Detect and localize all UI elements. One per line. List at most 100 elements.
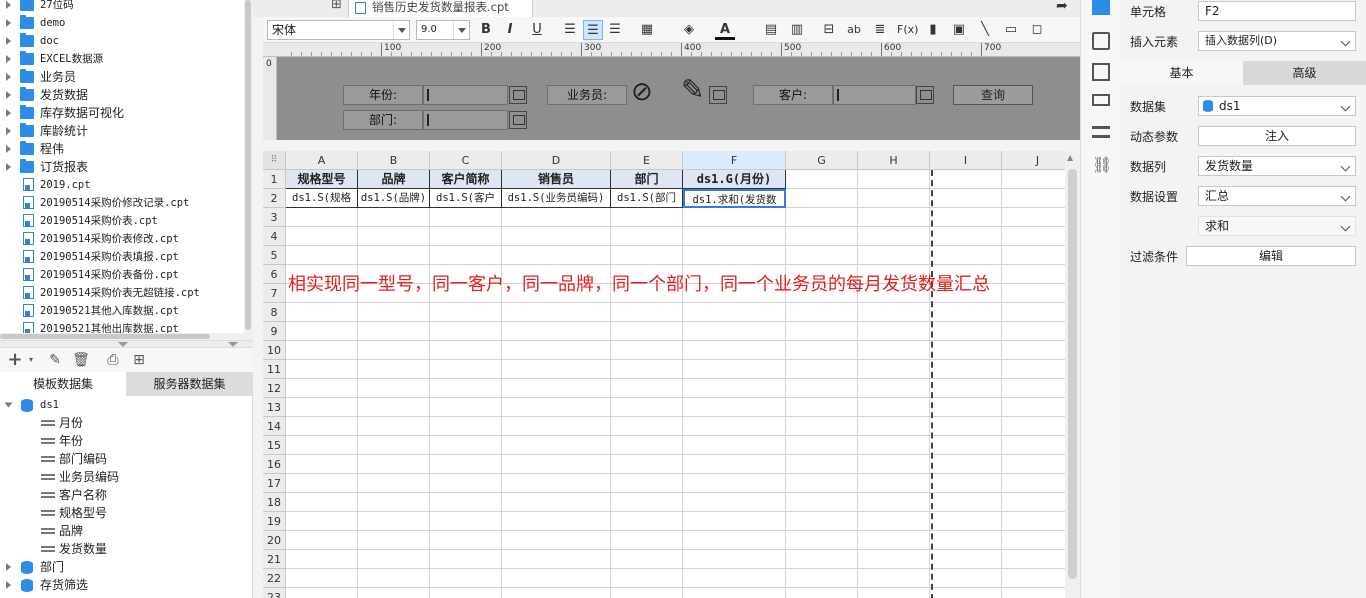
tree-file[interactable]: 20190521其他出库数据.cpt (0, 320, 244, 333)
chevron-right-icon[interactable] (6, 19, 11, 27)
cell-field[interactable]: F2 (1198, 1, 1356, 21)
chart-icon[interactable]: ▮ (923, 20, 943, 40)
salesman-picker-icon[interactable] (709, 86, 727, 104)
row-header[interactable]: 9 (263, 322, 286, 341)
dataset-node[interactable]: 部门 (0, 558, 244, 576)
edit-icon[interactable]: ✎ (46, 351, 64, 369)
tree-file[interactable]: 20190514采购价表备份.cpt (0, 266, 244, 284)
row-header[interactable]: 19 (263, 512, 286, 531)
tab-advanced[interactable]: 高级 (1243, 61, 1366, 85)
dataset-field[interactable]: 业务员编码 (0, 468, 244, 486)
tab-basic[interactable]: 基本 (1120, 61, 1243, 85)
column-header[interactable]: E (611, 151, 683, 170)
chevron-right-icon[interactable] (6, 55, 11, 63)
collapse-arrow-icon[interactable] (228, 342, 238, 347)
year-input[interactable] (423, 85, 508, 105)
widget-icon[interactable]: ◻ (1027, 20, 1047, 40)
tree-file[interactable]: 2019.cpt (0, 176, 244, 194)
tab-server-dataset[interactable]: 服务器数据集 (126, 372, 253, 396)
file-tree-vertical-scrollbar[interactable] (244, 0, 253, 340)
dataset-field[interactable]: 客户名称 (0, 486, 244, 504)
row-header[interactable]: 22 (263, 569, 286, 588)
data-cell[interactable]: ds1.S(部门 (611, 189, 683, 208)
tree-folder[interactable]: EXCEL数据源 (0, 50, 244, 68)
row-header[interactable]: 1 (263, 170, 286, 189)
rich-text-icon[interactable]: ≣ (870, 20, 890, 40)
font-size-select[interactable]: 9.0 (416, 20, 470, 40)
row-header[interactable]: 16 (263, 455, 286, 474)
link-icon[interactable]: ⛓ (1092, 156, 1112, 174)
tree-folder[interactable]: doc (0, 32, 244, 50)
sql-icon[interactable]: ⊞ (130, 351, 148, 369)
grid-icon[interactable]: ⊞ (331, 0, 342, 12)
header-cell[interactable]: 规格型号 (286, 170, 358, 189)
layer-icon[interactable] (1092, 126, 1110, 138)
header-cell[interactable]: ds1.G(月份) (683, 170, 786, 189)
row-header[interactable]: 10 (263, 341, 286, 360)
row-header[interactable]: 2 (263, 189, 286, 208)
data-setting-select[interactable]: 汇总 (1198, 186, 1356, 206)
calendar-icon[interactable] (509, 86, 527, 104)
chevron-right-icon[interactable] (6, 91, 11, 99)
column-header[interactable]: J (1002, 151, 1065, 170)
tree-file[interactable]: 20190514采购价表填报.cpt (0, 248, 244, 266)
header-cell[interactable]: 品牌 (358, 170, 430, 189)
tree-folder[interactable]: 订货报表 (0, 158, 244, 176)
text-icon[interactable]: ab (844, 20, 864, 40)
aggregate-select[interactable]: 求和 (1198, 216, 1356, 236)
merge-cells-icon[interactable]: ▤ (761, 20, 781, 40)
chevron-right-icon[interactable] (6, 109, 11, 117)
chevron-right-icon[interactable] (6, 127, 11, 135)
grid-vertical-scrollbar[interactable]: ▲ (1065, 151, 1080, 598)
dataset-field[interactable]: 品牌 (0, 522, 244, 540)
customer-input[interactable] (833, 85, 916, 105)
column-header[interactable]: D (502, 151, 611, 170)
data-cell[interactable]: ds1.S(规格 (286, 189, 358, 208)
tree-file[interactable]: 20190514采购价表.cpt (0, 212, 244, 230)
insert-link-icon[interactable]: ⊟ (819, 20, 839, 40)
align-right-icon[interactable]: ☰ (605, 20, 625, 40)
align-left-icon[interactable]: ☰ (560, 20, 580, 40)
slash-icon[interactable]: ╲ (975, 20, 995, 40)
column-header[interactable]: C (430, 151, 502, 170)
tree-file[interactable]: 20190514采购价表无超链接.cpt (0, 284, 244, 302)
scrollbar-thumb[interactable] (245, 0, 251, 330)
row-header[interactable]: 6 (263, 265, 286, 284)
tree-file[interactable]: 20190514采购价表修改.cpt (0, 230, 244, 248)
cell-style-icon[interactable] (1092, 32, 1110, 50)
dept-picker-icon[interactable] (509, 111, 527, 129)
tab-report-file[interactable]: 销售历史发货数量报表.cpt (348, 0, 533, 17)
italic-icon[interactable]: I (500, 20, 520, 40)
chevron-down-icon[interactable] (1337, 187, 1355, 205)
image-icon[interactable]: ▣ (949, 20, 969, 40)
row-header[interactable]: 8 (263, 303, 286, 322)
spreadsheet-grid[interactable]: ⠿ ABCDEFGHIJ 1 2 3 4 5 6 7 8 9 10 11 12 13 14 15 16 17 18… (263, 151, 1065, 598)
scrollbar-thumb[interactable] (1068, 169, 1077, 579)
column-header[interactable]: B (358, 151, 430, 170)
tree-folder[interactable]: 发货数据 (0, 86, 244, 104)
dataset-field[interactable]: 年份 (0, 432, 244, 450)
filter-edit-button[interactable]: 编辑 (1186, 246, 1356, 266)
row-header[interactable]: 20 (263, 531, 286, 550)
row-header[interactable]: 21 (263, 550, 286, 569)
row-header[interactable]: 5 (263, 246, 286, 265)
tree-file[interactable]: 20190521其他入库数据.cpt (0, 302, 244, 320)
data-cell[interactable]: ds1.S(客户 (430, 189, 502, 208)
chevron-right-icon[interactable] (6, 73, 11, 81)
chevron-right-icon[interactable] (6, 145, 11, 153)
chevron-right-icon[interactable] (6, 1, 11, 9)
data-cell[interactable]: ds1.S(业务员编码) (502, 189, 611, 208)
underline-icon[interactable]: U (527, 20, 547, 40)
border-icon[interactable]: ▦ (637, 20, 657, 40)
row-header[interactable]: 4 (263, 227, 286, 246)
tree-folder[interactable]: 27位码 (0, 0, 244, 14)
split-cells-icon[interactable]: ▥ (787, 20, 807, 40)
row-header[interactable]: 23 (263, 588, 286, 598)
customer-picker-icon[interactable] (916, 86, 934, 104)
column-header[interactable]: G (786, 151, 858, 170)
chevron-down-icon[interactable] (4, 402, 13, 408)
row-header[interactable]: 11 (263, 360, 286, 379)
dataset-field[interactable]: 部门编码 (0, 450, 244, 468)
tree-folder[interactable]: demo (0, 14, 244, 32)
tree-folder[interactable]: 库龄统计 (0, 122, 244, 140)
